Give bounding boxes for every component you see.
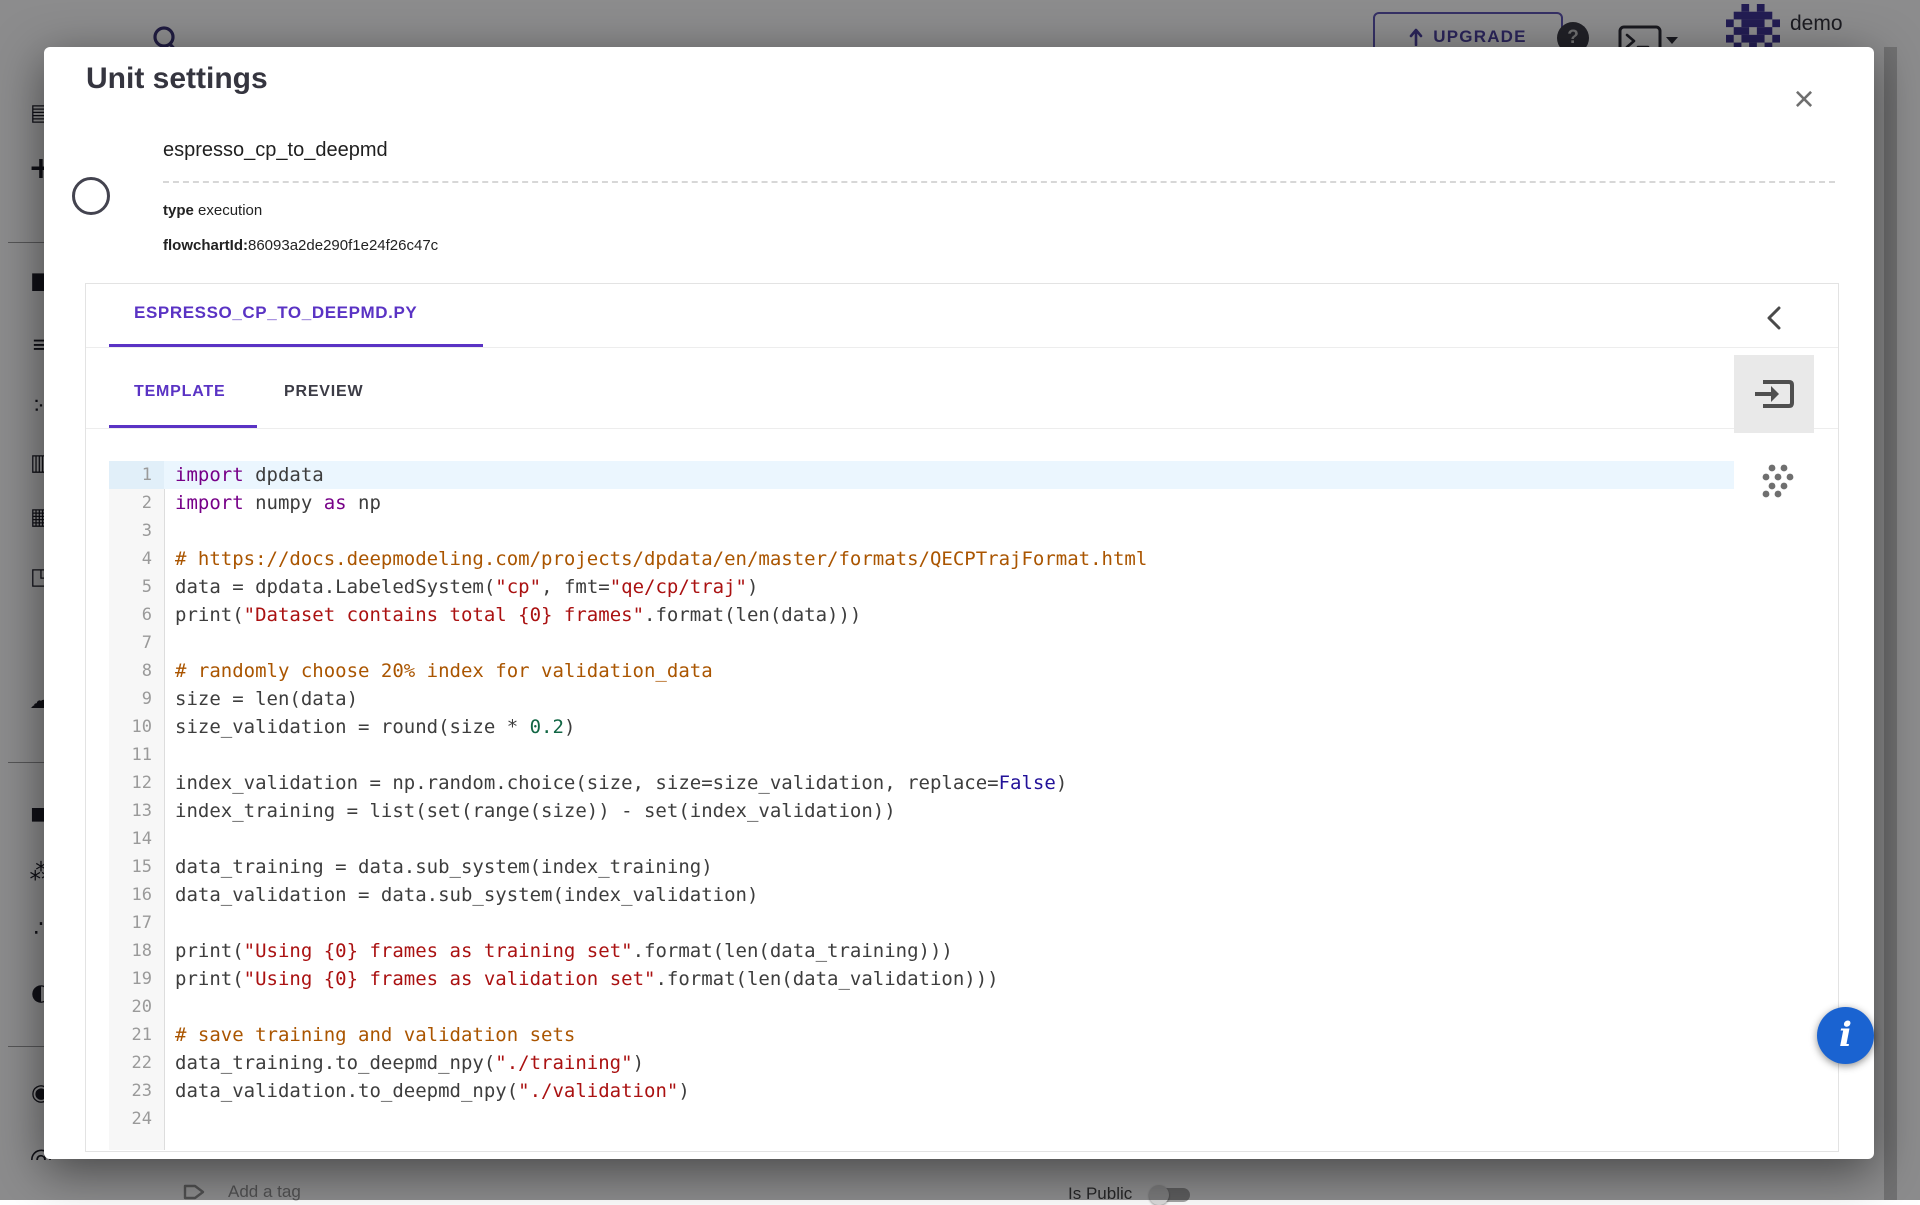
- line-number: 18: [109, 937, 164, 965]
- grain-dots-icon: [1760, 462, 1796, 498]
- modal-title: Unit settings: [86, 62, 268, 96]
- line-content: # save training and validation sets: [164, 1021, 575, 1049]
- unit-flowchart-row: flowchartId:86093a2de290f1e24f26c47c: [163, 237, 438, 254]
- code-line[interactable]: 17: [109, 909, 1734, 937]
- line-content: # randomly choose 20% index for validati…: [164, 657, 713, 685]
- line-content: [164, 825, 175, 853]
- line-content: print("Using {0} frames as training set"…: [164, 937, 953, 965]
- line-number: 23: [109, 1077, 164, 1105]
- line-number: 8: [109, 657, 164, 685]
- code-editor[interactable]: 1import dpdata2import numpy as np34# htt…: [109, 461, 1734, 1150]
- open-in-editor-button[interactable]: [1734, 355, 1814, 433]
- line-number: 24: [109, 1105, 164, 1133]
- line-content: [164, 993, 175, 1021]
- line-content: [164, 1105, 175, 1133]
- type-label: type: [163, 202, 194, 219]
- code-line[interactable]: 11: [109, 741, 1734, 769]
- flowchart-value: 86093a2de290f1e24f26c47c: [248, 237, 438, 254]
- line-number: 2: [109, 489, 164, 517]
- code-lines: 1import dpdata2import numpy as np34# htt…: [109, 461, 1734, 1133]
- line-content: import dpdata: [164, 461, 324, 489]
- line-content: # https://docs.deepmodeling.com/projects…: [164, 545, 1147, 573]
- code-line[interactable]: 10size_validation = round(size * 0.2): [109, 713, 1734, 741]
- line-content: [164, 741, 175, 769]
- line-number: 9: [109, 685, 164, 713]
- code-line[interactable]: 1import dpdata: [109, 461, 1734, 489]
- unit-type-row: type execution: [163, 202, 262, 219]
- line-number: 22: [109, 1049, 164, 1077]
- code-line[interactable]: 8# randomly choose 20% index for validat…: [109, 657, 1734, 685]
- line-content: [164, 629, 175, 657]
- line-content: size_validation = round(size * 0.2): [164, 713, 575, 741]
- line-content: data = dpdata.LabeledSystem("cp", fmt="q…: [164, 573, 758, 601]
- line-number: 20: [109, 993, 164, 1021]
- unit-settings-modal: Unit settings × espresso_cp_to_deepmd ty…: [44, 47, 1874, 1159]
- line-content: data_training = data.sub_system(index_tr…: [164, 853, 713, 881]
- line-content: [164, 517, 175, 545]
- dashed-divider: [163, 181, 1835, 183]
- code-line[interactable]: 5data = dpdata.LabeledSystem("cp", fmt="…: [109, 573, 1734, 601]
- line-number: 14: [109, 825, 164, 853]
- line-number: 10: [109, 713, 164, 741]
- code-line[interactable]: 13index_training = list(set(range(size))…: [109, 797, 1734, 825]
- line-content: index_training = list(set(range(size)) -…: [164, 797, 896, 825]
- line-number: 13: [109, 797, 164, 825]
- line-number: 21: [109, 1021, 164, 1049]
- line-content: data_training.to_deepmd_npy("./training"…: [164, 1049, 644, 1077]
- code-line[interactable]: 7: [109, 629, 1734, 657]
- line-number: 19: [109, 965, 164, 993]
- line-number: 12: [109, 769, 164, 797]
- code-line[interactable]: 20: [109, 993, 1734, 1021]
- type-value: execution: [194, 202, 262, 219]
- line-content: data_validation.to_deepmd_npy("./validat…: [164, 1077, 690, 1105]
- line-number: 16: [109, 881, 164, 909]
- code-line[interactable]: 24: [109, 1105, 1734, 1133]
- input-arrow-icon: [1751, 374, 1797, 414]
- line-number: 17: [109, 909, 164, 937]
- collapse-panel-button[interactable]: [1754, 298, 1794, 338]
- unit-status-circle-icon: [72, 177, 110, 215]
- code-line[interactable]: 19print("Using {0} frames as validation …: [109, 965, 1734, 993]
- line-content: [164, 909, 175, 937]
- code-line[interactable]: 21# save training and validation sets: [109, 1021, 1734, 1049]
- tab-template[interactable]: TEMPLATE: [134, 383, 225, 401]
- code-line[interactable]: 14: [109, 825, 1734, 853]
- code-line[interactable]: 9size = len(data): [109, 685, 1734, 713]
- divider: [86, 428, 1838, 429]
- grain-button[interactable]: [1754, 456, 1802, 504]
- tab-preview[interactable]: PREVIEW: [284, 383, 363, 401]
- line-content: print("Dataset contains total {0} frames…: [164, 601, 861, 629]
- divider: [86, 347, 1838, 348]
- close-icon[interactable]: ×: [1782, 77, 1826, 121]
- line-number: 4: [109, 545, 164, 573]
- code-line[interactable]: 15data_training = data.sub_system(index_…: [109, 853, 1734, 881]
- unit-name: espresso_cp_to_deepmd: [163, 139, 388, 162]
- code-line[interactable]: 2import numpy as np: [109, 489, 1734, 517]
- line-number: 3: [109, 517, 164, 545]
- code-line[interactable]: 18print("Using {0} frames as training se…: [109, 937, 1734, 965]
- line-number: 6: [109, 601, 164, 629]
- line-number: 5: [109, 573, 164, 601]
- code-line[interactable]: 22data_training.to_deepmd_npy("./trainin…: [109, 1049, 1734, 1077]
- line-number: 15: [109, 853, 164, 881]
- flowchart-label: flowchartId:: [163, 237, 248, 254]
- code-line[interactable]: 4# https://docs.deepmodeling.com/project…: [109, 545, 1734, 573]
- line-content: print("Using {0} frames as validation se…: [164, 965, 999, 993]
- line-content: import numpy as np: [164, 489, 381, 517]
- line-content: size = len(data): [164, 685, 358, 713]
- line-number: 7: [109, 629, 164, 657]
- code-line[interactable]: 3: [109, 517, 1734, 545]
- info-widget-button[interactable]: i: [1817, 1007, 1874, 1064]
- line-number: 11: [109, 741, 164, 769]
- code-line[interactable]: 23data_validation.to_deepmd_npy("./valid…: [109, 1077, 1734, 1105]
- code-line[interactable]: 12index_validation = np.random.choice(si…: [109, 769, 1734, 797]
- line-content: index_validation = np.random.choice(size…: [164, 769, 1067, 797]
- script-card: ESPRESSO_CP_TO_DEEPMD.PY TEMPLATE PREVIE…: [85, 283, 1839, 1152]
- chevron-left-icon: [1763, 305, 1785, 331]
- code-line[interactable]: 16data_validation = data.sub_system(inde…: [109, 881, 1734, 909]
- line-content: data_validation = data.sub_system(index_…: [164, 881, 758, 909]
- line-number: 1: [109, 461, 164, 489]
- file-tab[interactable]: ESPRESSO_CP_TO_DEEPMD.PY: [134, 303, 417, 323]
- code-line[interactable]: 6print("Dataset contains total {0} frame…: [109, 601, 1734, 629]
